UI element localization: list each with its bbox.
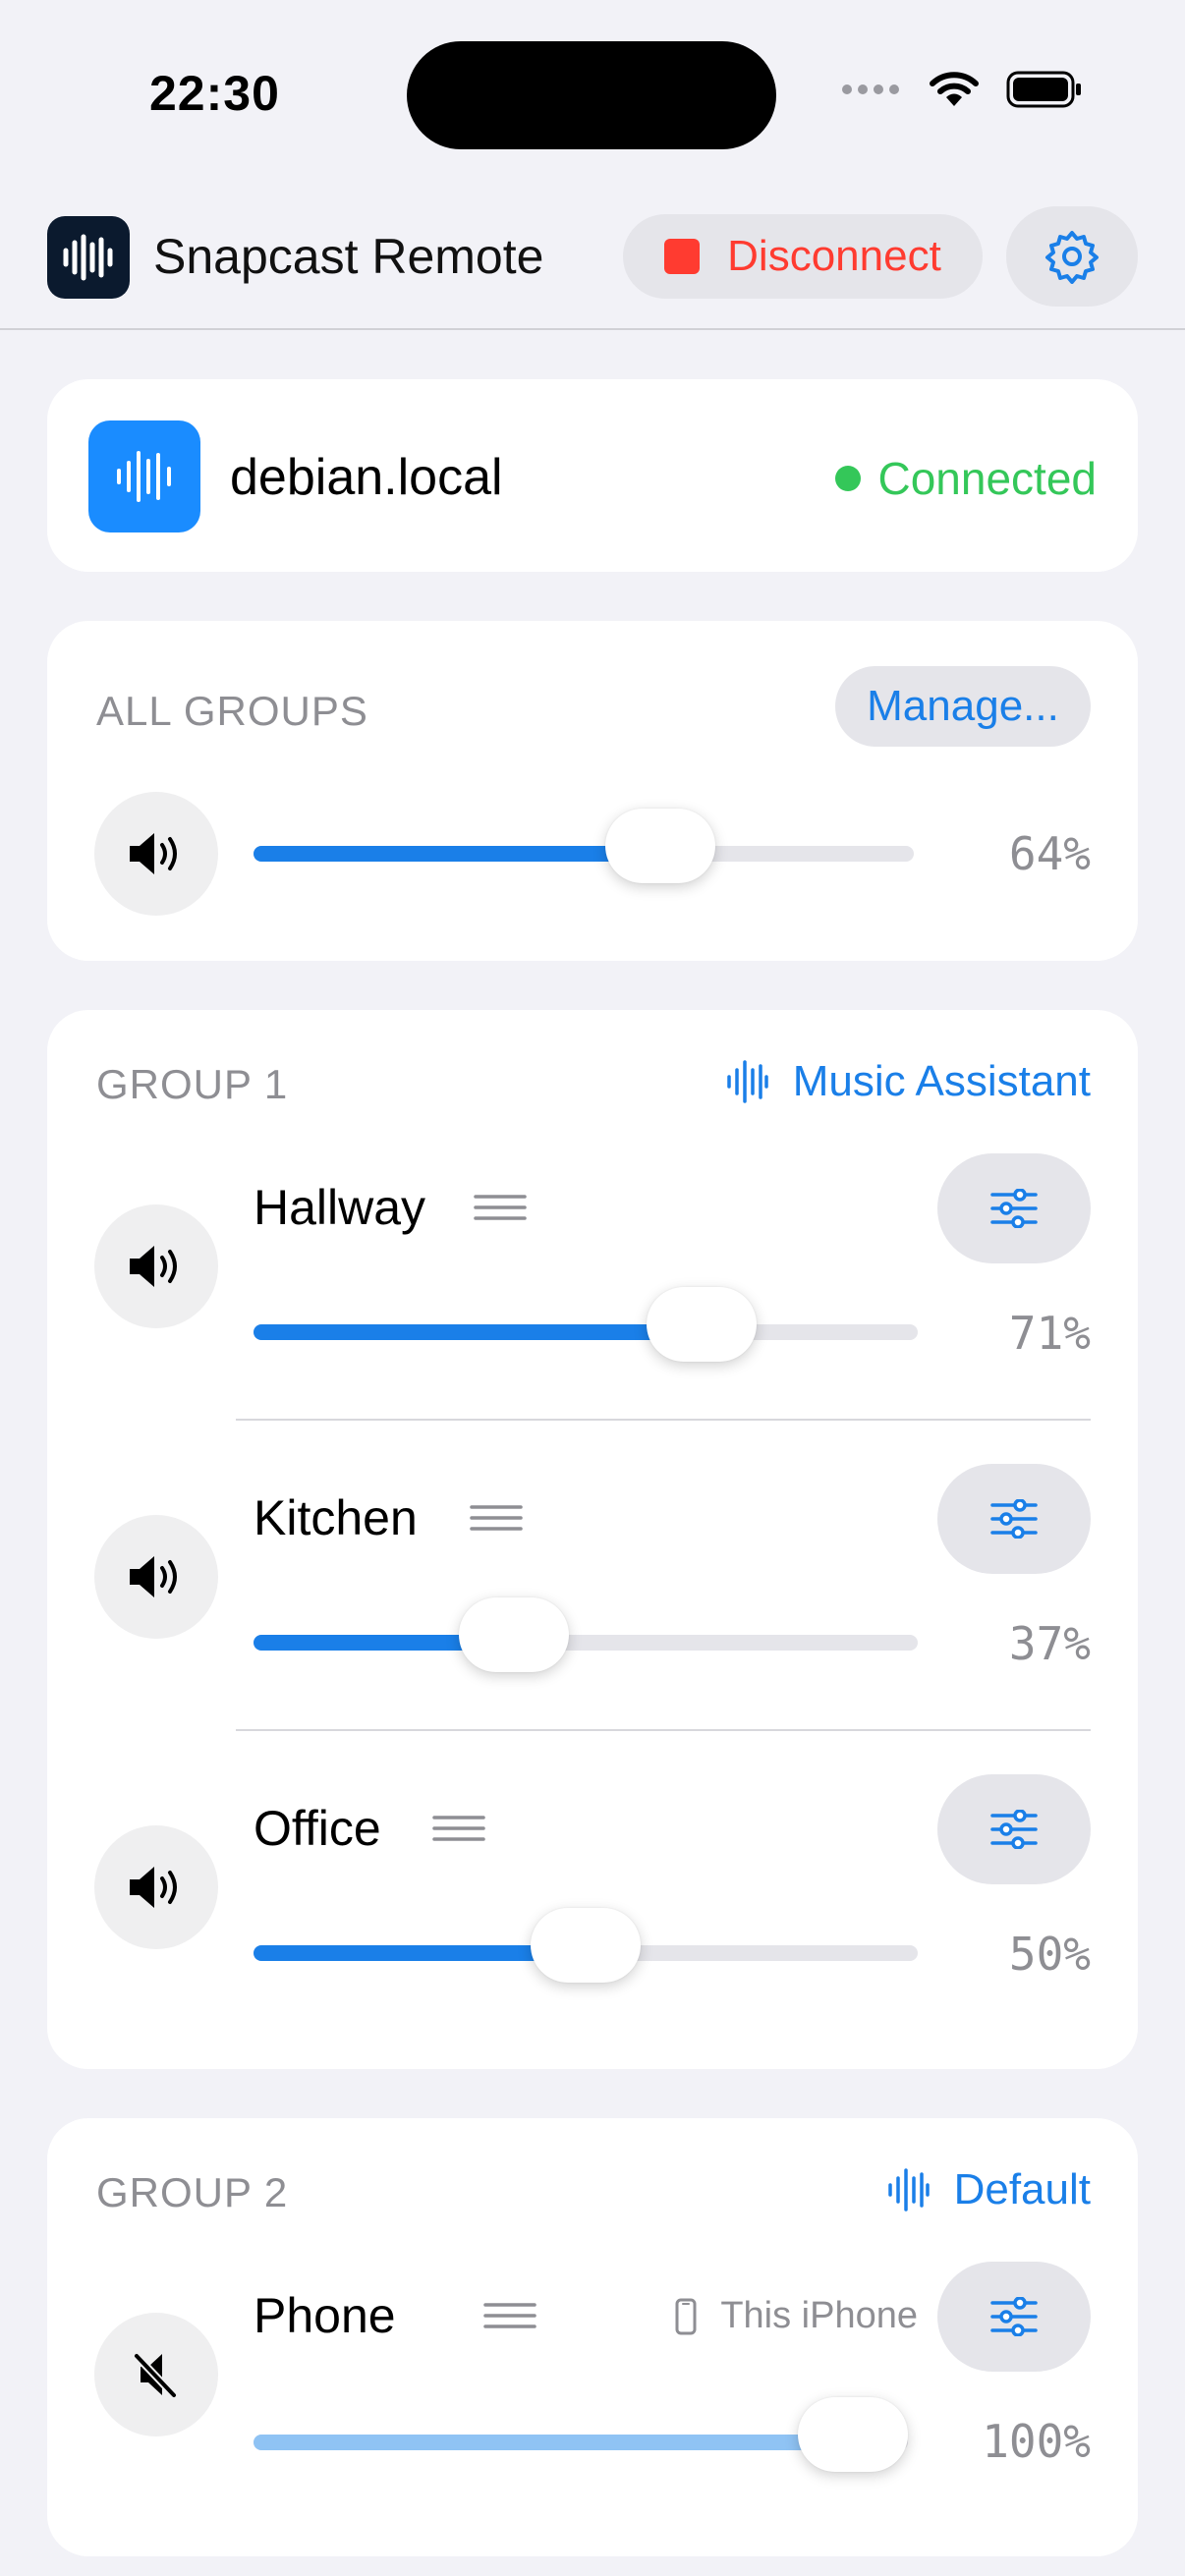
wifi-icon (930, 72, 979, 106)
client-settings-button[interactable] (937, 2262, 1091, 2372)
client-volume-value: 100% (982, 2415, 1091, 2468)
gear-icon (1045, 231, 1099, 284)
disconnect-label: Disconnect (727, 232, 941, 280)
iphone-icon (675, 2298, 697, 2334)
server-name: debian.local (230, 449, 503, 506)
app-logo (47, 216, 130, 299)
connection-status-label: Connected (877, 453, 1098, 504)
client-settings-button[interactable] (937, 1153, 1091, 1263)
client-volume-slider[interactable] (254, 1908, 918, 1983)
waveform-icon (117, 451, 171, 502)
client-volume-value: 50% (1008, 1928, 1091, 1981)
waveform-icon (727, 1060, 768, 1103)
slider-fill (254, 846, 661, 862)
client-name: Hallway (254, 1180, 426, 1235)
client-name: Office (254, 1801, 381, 1856)
drag-handle-icon[interactable] (470, 1503, 523, 1533)
speaker-on-icon (130, 1867, 177, 1908)
connection-status: Connected (834, 452, 1098, 505)
client-settings-button[interactable] (937, 1464, 1091, 1574)
group-card-2: GROUP 2 Default Phone This iPhone 100% (47, 2118, 1138, 2556)
status-bar: 22:30 (0, 0, 1185, 187)
mute-button[interactable] (94, 1204, 218, 1328)
all-groups-volume-slider[interactable] (254, 809, 914, 883)
status-time: 22:30 (149, 66, 280, 121)
cellular-signal-icon (842, 84, 899, 94)
stream-name: Default (953, 2165, 1091, 2213)
slider-thumb[interactable] (458, 1597, 569, 1672)
speaker-muted-icon (133, 2352, 178, 2399)
stream-name: Music Assistant (792, 1057, 1091, 1105)
drag-handle-icon[interactable] (432, 1814, 485, 1843)
client-volume-slider[interactable] (254, 1287, 918, 1362)
drag-handle-icon[interactable] (483, 2301, 536, 2330)
client-settings-button[interactable] (937, 1774, 1091, 1884)
client-volume-value: 71% (1008, 1307, 1091, 1360)
waveform-icon (887, 2168, 930, 2212)
battery-icon (1006, 71, 1081, 108)
slider-thumb[interactable] (798, 2397, 908, 2472)
divider (236, 1729, 1091, 1731)
manage-groups-button[interactable]: Manage... (835, 666, 1091, 747)
sliders-icon (990, 1810, 1038, 1849)
app-header: Snapcast Remote Disconnect (0, 196, 1185, 330)
speaker-on-icon (130, 1246, 177, 1287)
mute-button[interactable] (94, 1825, 218, 1949)
slider-fill (254, 1324, 703, 1340)
group-label: GROUP 1 (96, 1061, 289, 1107)
client-volume-slider[interactable] (254, 1597, 918, 1672)
stop-icon (664, 239, 701, 274)
slider-thumb[interactable] (605, 809, 716, 883)
sliders-icon (990, 1499, 1038, 1539)
client-name: Phone (254, 2288, 396, 2343)
sliders-icon (990, 1189, 1038, 1228)
sliders-icon (990, 2297, 1038, 2336)
disconnect-button[interactable]: Disconnect (623, 214, 983, 299)
group-card-1: GROUP 1 Music Assistant Hallway 71% Kitc… (47, 1010, 1138, 2069)
slider-thumb[interactable] (647, 1287, 758, 1362)
this-device-tag: This iPhone (675, 2295, 918, 2337)
all-groups-label: ALL GROUPS (96, 688, 368, 734)
settings-button[interactable] (1006, 206, 1138, 307)
mute-button[interactable] (94, 1515, 218, 1639)
dynamic-island (407, 41, 776, 149)
waveform-icon (63, 234, 113, 281)
speaker-on-icon (130, 833, 177, 874)
slider-thumb[interactable] (531, 1908, 641, 1983)
speaker-on-icon (130, 1556, 177, 1597)
client-volume-value: 37% (1008, 1617, 1091, 1670)
drag-handle-icon[interactable] (474, 1193, 527, 1222)
all-groups-card: ALL GROUPS Manage... 64% (47, 621, 1138, 961)
this-device-label: This iPhone (720, 2295, 918, 2336)
group-stream-selector[interactable]: Default (887, 2165, 1091, 2214)
server-logo (88, 420, 200, 532)
divider (236, 1419, 1091, 1421)
slider-fill (254, 2435, 853, 2450)
app-title: Snapcast Remote (153, 229, 544, 284)
all-groups-volume-value: 64% (1008, 827, 1091, 880)
client-name: Kitchen (254, 1490, 418, 1545)
group-label: GROUP 2 (96, 2169, 289, 2215)
client-volume-slider[interactable] (254, 2397, 908, 2472)
mute-all-button[interactable] (94, 792, 218, 916)
server-card[interactable]: debian.local Connected (47, 379, 1138, 572)
group-stream-selector[interactable]: Music Assistant (726, 1057, 1091, 1106)
mute-button[interactable] (94, 2313, 218, 2436)
status-dot-icon (834, 466, 861, 491)
